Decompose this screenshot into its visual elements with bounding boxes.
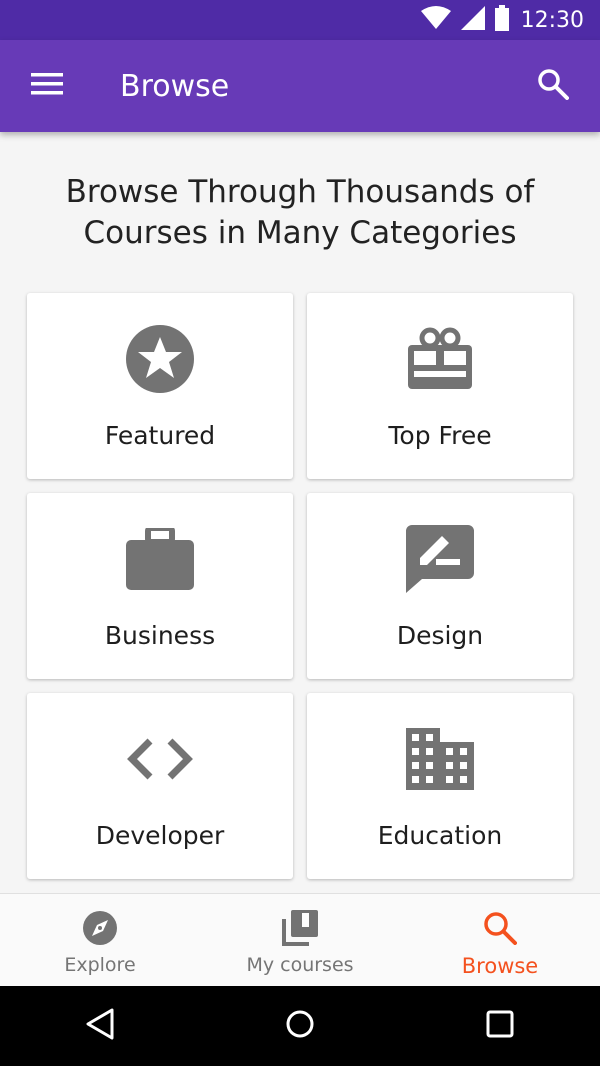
category-card-business[interactable]: Business bbox=[27, 493, 293, 679]
app-bar: Browse bbox=[0, 40, 600, 132]
status-icons bbox=[420, 5, 509, 35]
category-label: Featured bbox=[104, 421, 216, 450]
system-navigation-bar bbox=[0, 986, 600, 1066]
cell-signal-icon bbox=[460, 6, 485, 34]
gift-card-icon bbox=[307, 323, 573, 395]
nav-item-browse[interactable]: Browse bbox=[400, 894, 600, 987]
recents-icon bbox=[486, 1010, 514, 1042]
nav-label: My courses bbox=[246, 954, 354, 976]
category-label: Education bbox=[377, 821, 503, 850]
building-icon bbox=[307, 723, 573, 795]
rate-review-pen-icon bbox=[307, 523, 573, 595]
wifi-icon bbox=[420, 6, 451, 34]
search-icon bbox=[483, 910, 517, 946]
headline: Browse Through Thousands of Courses in M… bbox=[65, 174, 535, 251]
compass-icon bbox=[82, 910, 118, 946]
nav-item-my-courses[interactable]: My courses bbox=[200, 894, 400, 987]
search-icon bbox=[537, 68, 569, 104]
menu-button[interactable] bbox=[0, 40, 94, 132]
category-label: Top Free bbox=[388, 421, 492, 450]
status-time: 12:30 bbox=[520, 7, 584, 33]
home-icon bbox=[285, 1009, 315, 1043]
menu-icon bbox=[31, 73, 63, 99]
status-bar: 12:30 bbox=[0, 0, 600, 40]
code-icon bbox=[27, 723, 293, 795]
category-label: Business bbox=[104, 621, 216, 650]
back-button[interactable] bbox=[60, 986, 140, 1066]
nav-label: Explore bbox=[64, 954, 136, 976]
category-label: Developer bbox=[95, 821, 225, 850]
nav-label: Browse bbox=[461, 954, 539, 978]
search-button[interactable] bbox=[506, 40, 600, 132]
nav-item-explore[interactable]: Explore bbox=[0, 894, 200, 987]
category-card-top-free[interactable]: Top Free bbox=[307, 293, 573, 479]
library-icon bbox=[282, 910, 318, 946]
page-title: Browse bbox=[120, 68, 230, 104]
bottom-navigation: Explore My courses Browse bbox=[0, 893, 600, 987]
star-circle-icon bbox=[27, 323, 293, 395]
category-card-design[interactable]: Design bbox=[307, 493, 573, 679]
category-card-education[interactable]: Education bbox=[307, 693, 573, 879]
category-label: Design bbox=[396, 621, 484, 650]
category-card-developer[interactable]: Developer bbox=[27, 693, 293, 879]
recents-button[interactable] bbox=[460, 986, 540, 1066]
category-card-featured[interactable]: Featured bbox=[27, 293, 293, 479]
briefcase-icon bbox=[27, 523, 293, 595]
home-button[interactable] bbox=[260, 986, 340, 1066]
back-icon bbox=[85, 1007, 115, 1045]
battery-icon bbox=[494, 5, 509, 35]
